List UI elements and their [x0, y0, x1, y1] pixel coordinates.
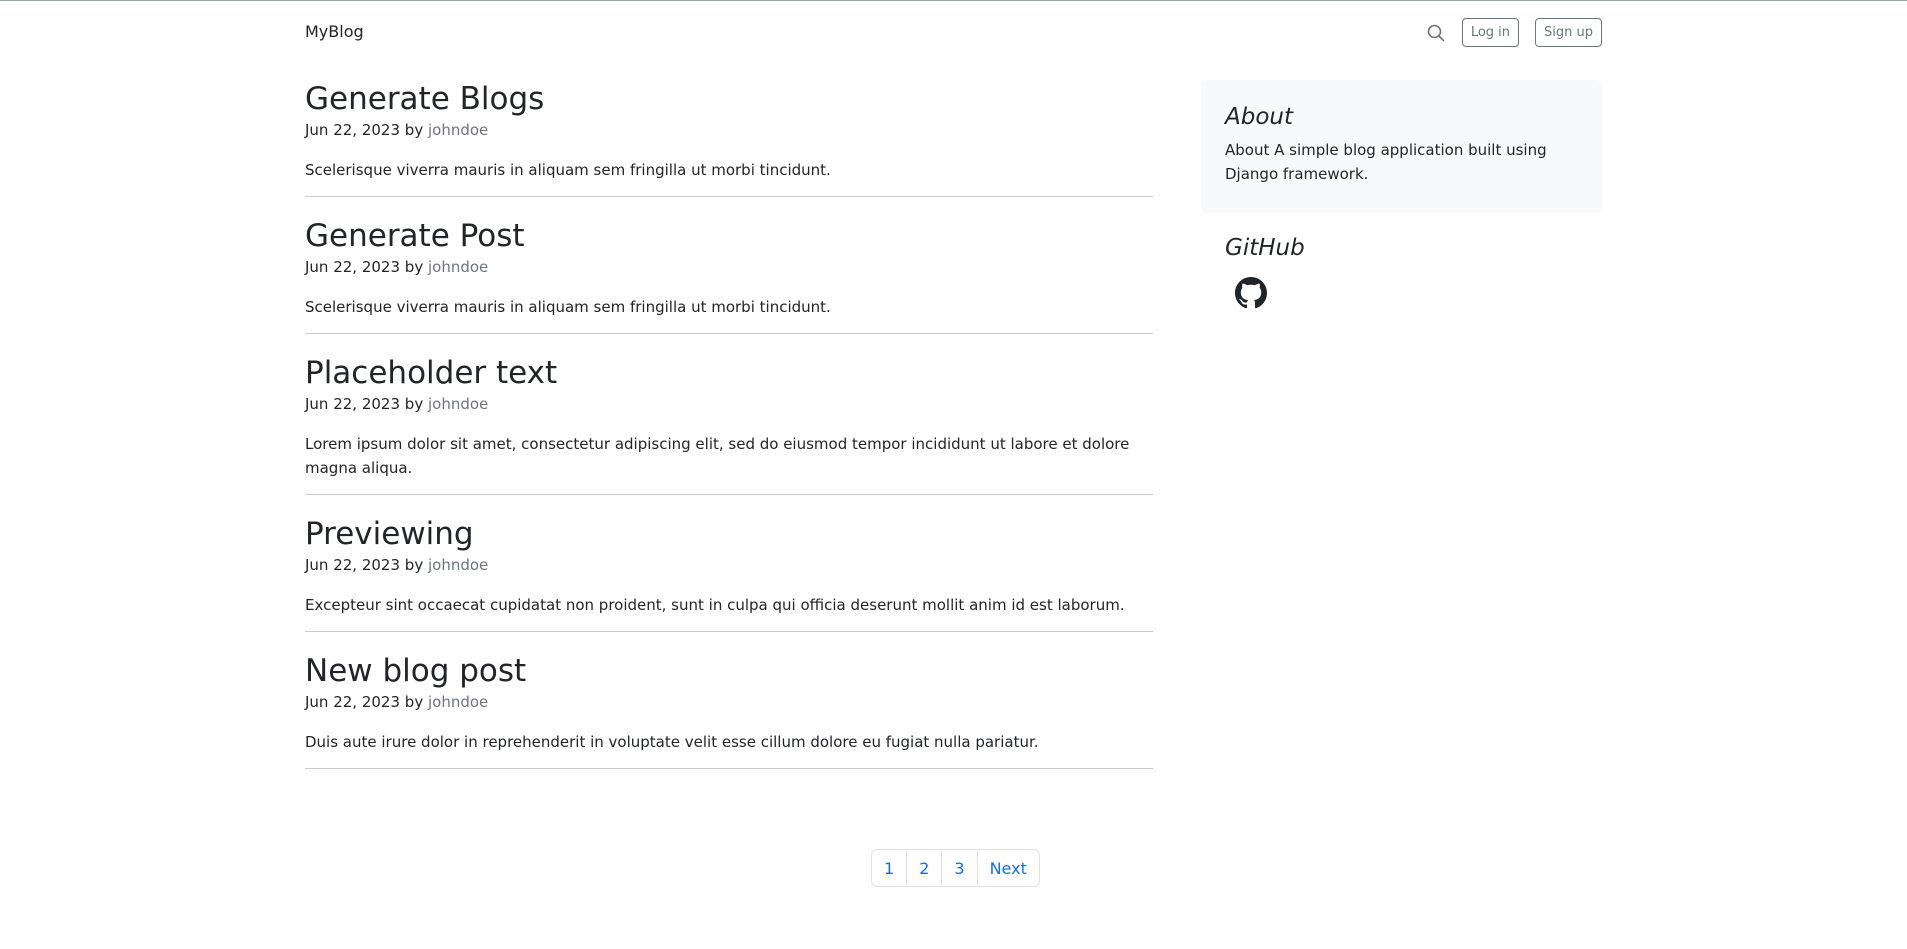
- post-author[interactable]: johndoe: [428, 258, 488, 276]
- top-border: [0, 0, 1907, 1]
- brand-link[interactable]: MyBlog: [305, 22, 364, 41]
- post-author[interactable]: johndoe: [428, 693, 488, 711]
- about-text: About A simple blog application built us…: [1225, 141, 1547, 183]
- post-by: by: [404, 395, 424, 413]
- post-title[interactable]: New blog post: [305, 650, 1153, 692]
- post-by: by: [404, 121, 424, 139]
- post-excerpt: Scelerisque viverra mauris in aliquam se…: [305, 161, 831, 179]
- post-title[interactable]: Generate Blogs: [305, 78, 1153, 120]
- post-item: Placeholder text Jun 22, 2023 by johndoe…: [305, 352, 1153, 495]
- post-item: New blog post Jun 22, 2023 by johndoe Du…: [305, 650, 1153, 769]
- search-icon[interactable]: [1422, 19, 1450, 47]
- github-icon[interactable]: [1235, 277, 1267, 309]
- signup-button[interactable]: Sign up: [1535, 18, 1602, 47]
- post-date: Jun 22, 2023: [305, 121, 401, 139]
- about-title: About: [1225, 104, 1294, 130]
- post-author[interactable]: johndoe: [428, 395, 488, 413]
- post-excerpt: Duis aute irure dolor in reprehenderit i…: [305, 733, 1039, 751]
- post-author[interactable]: johndoe: [428, 121, 488, 139]
- post-date: Jun 22, 2023: [305, 556, 401, 574]
- page-2-link[interactable]: 2: [906, 850, 941, 886]
- post-meta: Jun 22, 2023 by johndoe: [305, 555, 1153, 575]
- page-3-link[interactable]: 3: [941, 850, 976, 886]
- post-date: Jun 22, 2023: [305, 693, 401, 711]
- navbar: MyBlog Log in Sign up: [305, 10, 1602, 56]
- post-by: by: [404, 693, 424, 711]
- post-item: Generate Post Jun 22, 2023 by johndoe Sc…: [305, 215, 1153, 334]
- post-item: Previewing Jun 22, 2023 by johndoe Excep…: [305, 513, 1153, 632]
- post-meta: Jun 22, 2023 by johndoe: [305, 257, 1153, 277]
- post-by: by: [404, 556, 424, 574]
- post-by: by: [404, 258, 424, 276]
- post-meta: Jun 22, 2023 by johndoe: [305, 120, 1153, 140]
- post-date: Jun 22, 2023: [305, 258, 401, 276]
- post-author[interactable]: johndoe: [428, 556, 488, 574]
- about-box: About About A simple blog application bu…: [1201, 80, 1602, 213]
- post-title[interactable]: Generate Post: [305, 215, 1153, 257]
- github-section: GitHub: [1201, 213, 1602, 309]
- post-excerpt: Scelerisque viverra mauris in aliquam se…: [305, 298, 831, 316]
- pagination: 1 2 3 Next: [871, 849, 1040, 887]
- post-excerpt: Lorem ipsum dolor sit amet, consectetur …: [305, 435, 1130, 477]
- post-title[interactable]: Previewing: [305, 513, 1153, 555]
- post-title[interactable]: Placeholder text: [305, 352, 1153, 394]
- post-item: Generate Blogs Jun 22, 2023 by johndoe S…: [305, 78, 1153, 197]
- post-meta: Jun 22, 2023 by johndoe: [305, 692, 1153, 712]
- page-1-link[interactable]: 1: [872, 850, 906, 886]
- login-button[interactable]: Log in: [1461, 18, 1520, 47]
- github-title: GitHub: [1225, 235, 1305, 261]
- next-page-link[interactable]: Next: [976, 850, 1039, 886]
- nav-actions: Log in Sign up: [1422, 18, 1602, 47]
- sidebar: About About A simple blog application bu…: [1201, 80, 1602, 309]
- post-list: Generate Blogs Jun 22, 2023 by johndoe S…: [305, 78, 1153, 787]
- post-date: Jun 22, 2023: [305, 395, 401, 413]
- post-excerpt: Excepteur sint occaecat cupidatat non pr…: [305, 596, 1125, 614]
- post-meta: Jun 22, 2023 by johndoe: [305, 394, 1153, 414]
